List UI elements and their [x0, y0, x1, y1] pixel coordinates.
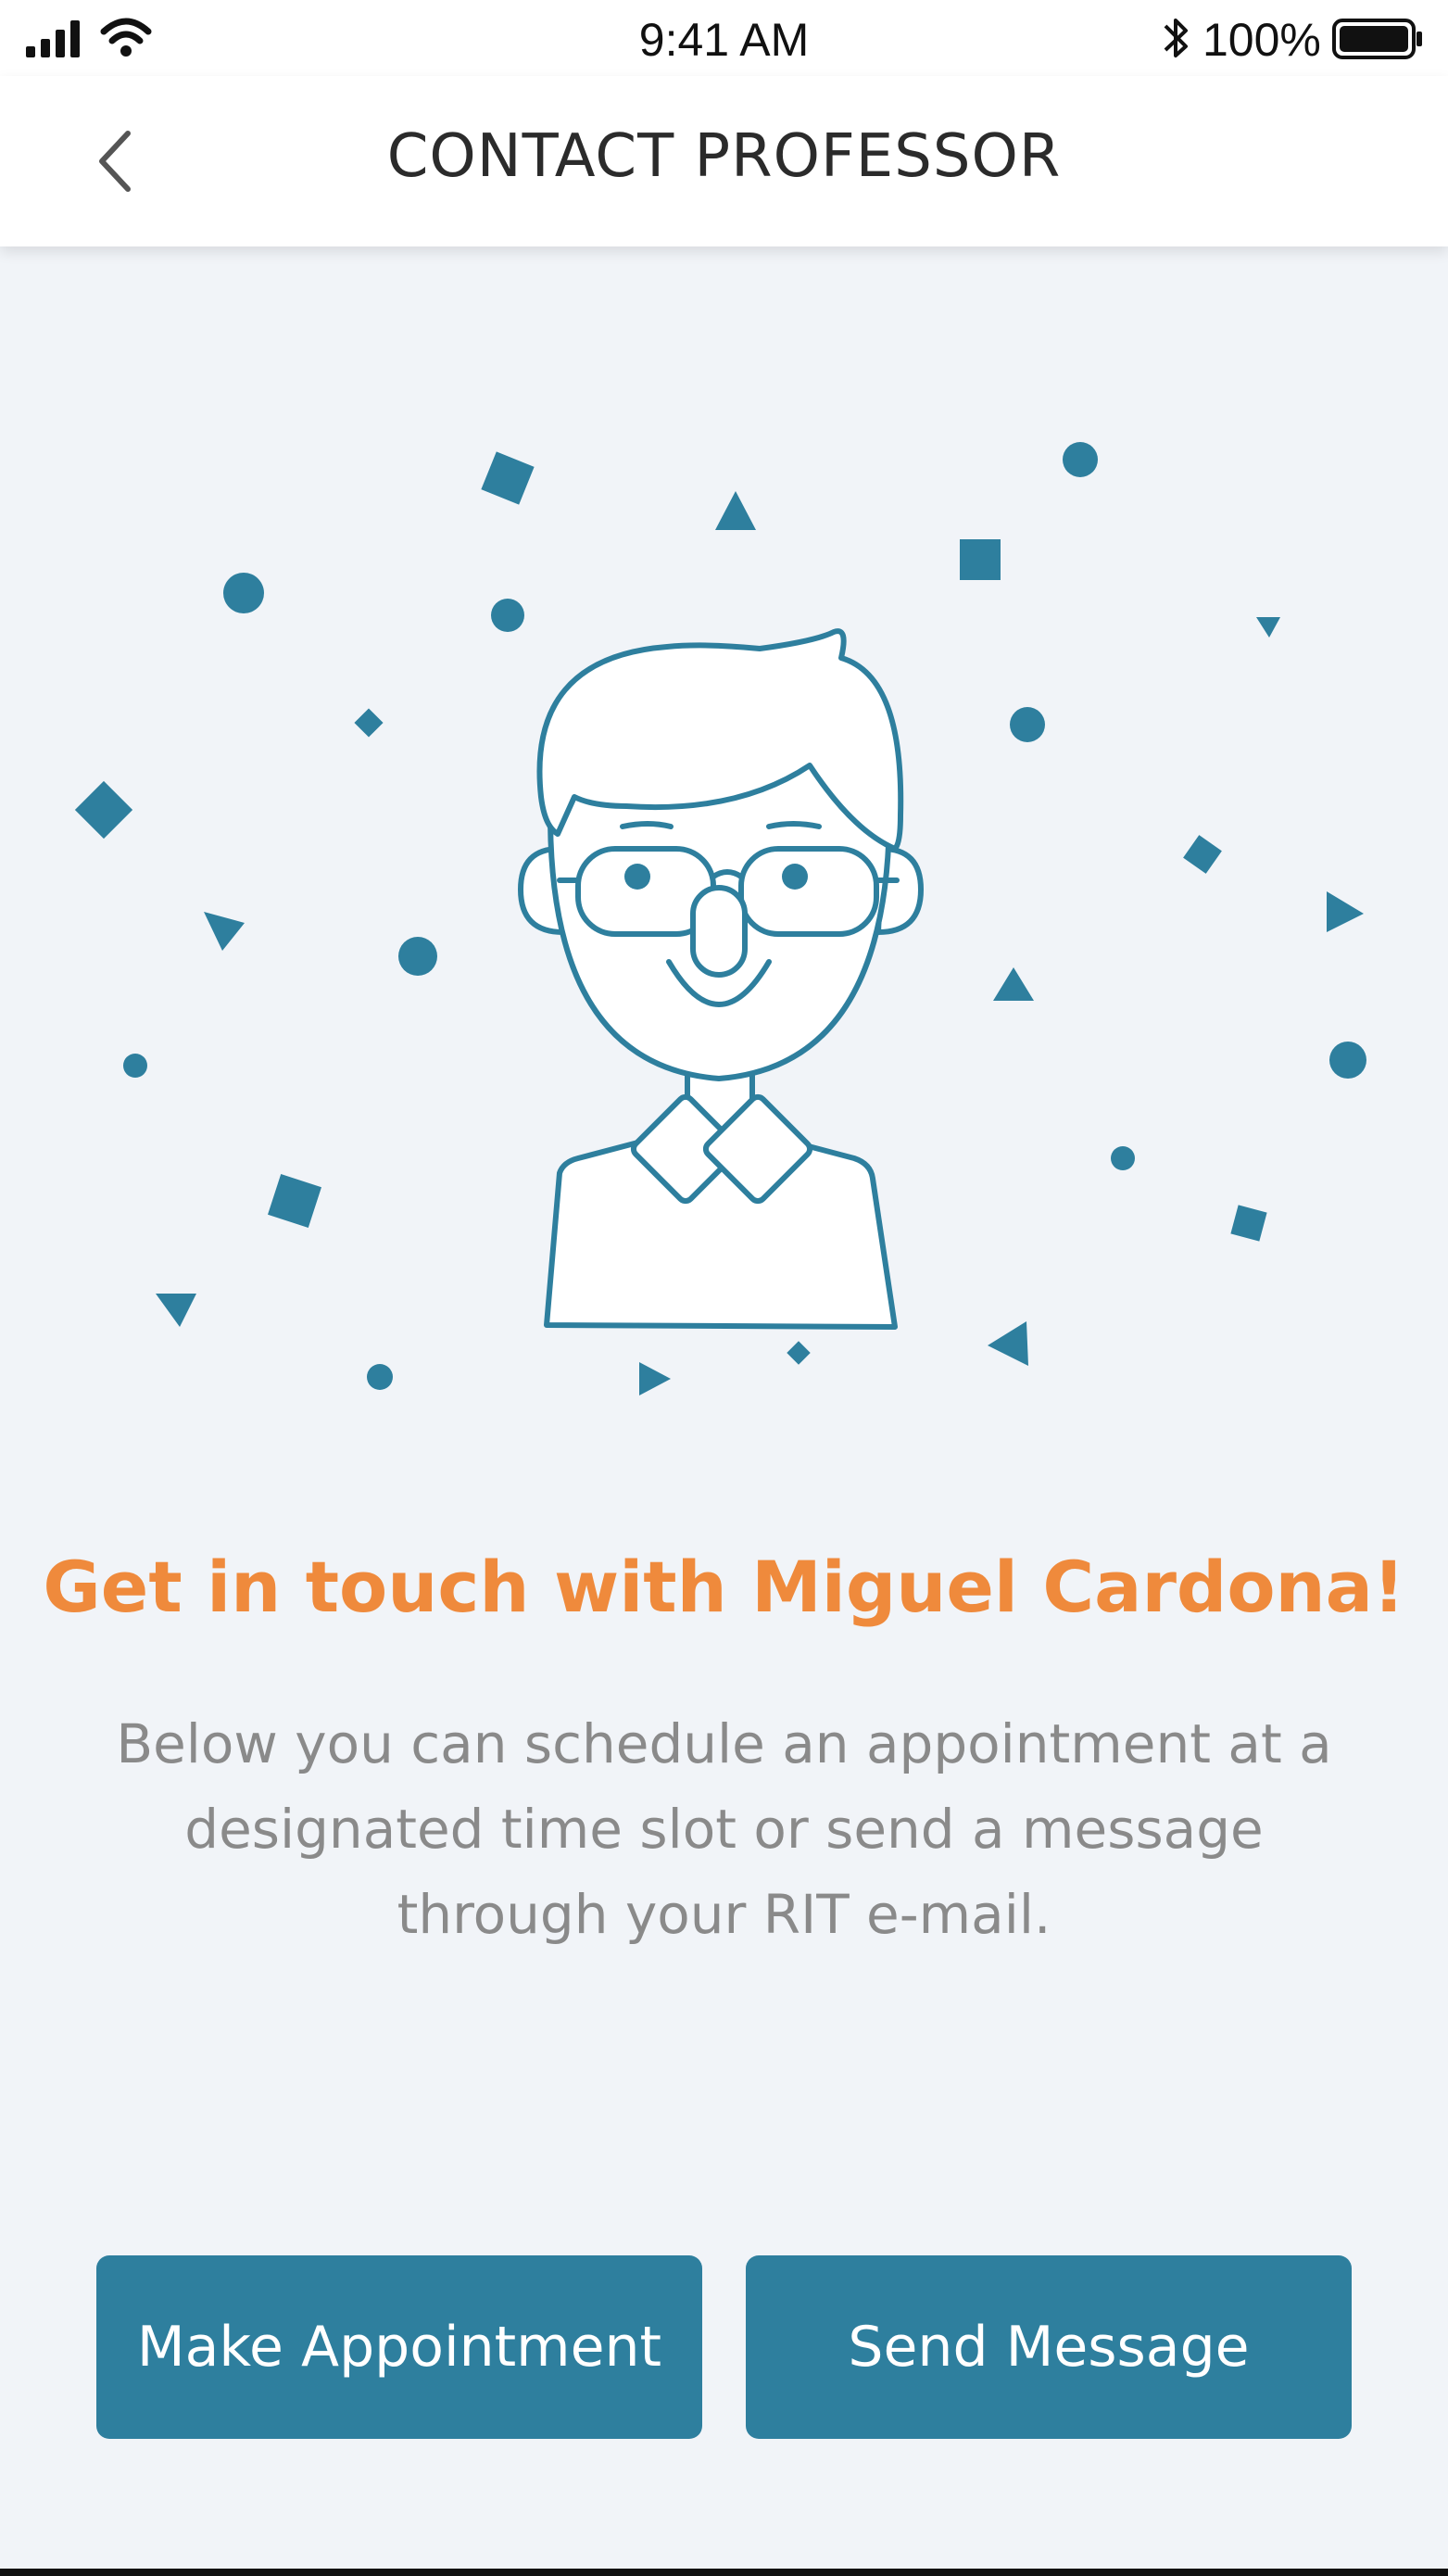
send-message-label: Send Message — [848, 2315, 1250, 2380]
make-appointment-label: Make Appointment — [136, 2315, 662, 2380]
bottom-edge — [0, 2569, 1448, 2576]
page-title: CONTACT PROFESSOR — [386, 122, 1062, 191]
bluetooth-icon — [1164, 19, 1188, 57]
make-appointment-button[interactable]: Make Appointment — [96, 2255, 702, 2439]
avatar — [518, 628, 924, 1330]
battery-icon — [1332, 19, 1422, 59]
battery-percent: 100% — [1202, 14, 1321, 66]
headline: Get in touch with Miguel Cardona! — [43, 1546, 1405, 1628]
navigation-bar: CONTACT PROFESSOR — [0, 76, 1448, 246]
description-text: Below you can schedule an appointment at… — [116, 1712, 1332, 1946]
status-bar: 9:41 AM 100% — [0, 0, 1448, 76]
send-message-button[interactable]: Send Message — [746, 2255, 1352, 2439]
professor-illustration — [74, 442, 1366, 1395]
phone-screen: 9:41 AM 100% CONTACT PROFESSOR Get in to… — [0, 0, 1448, 2576]
